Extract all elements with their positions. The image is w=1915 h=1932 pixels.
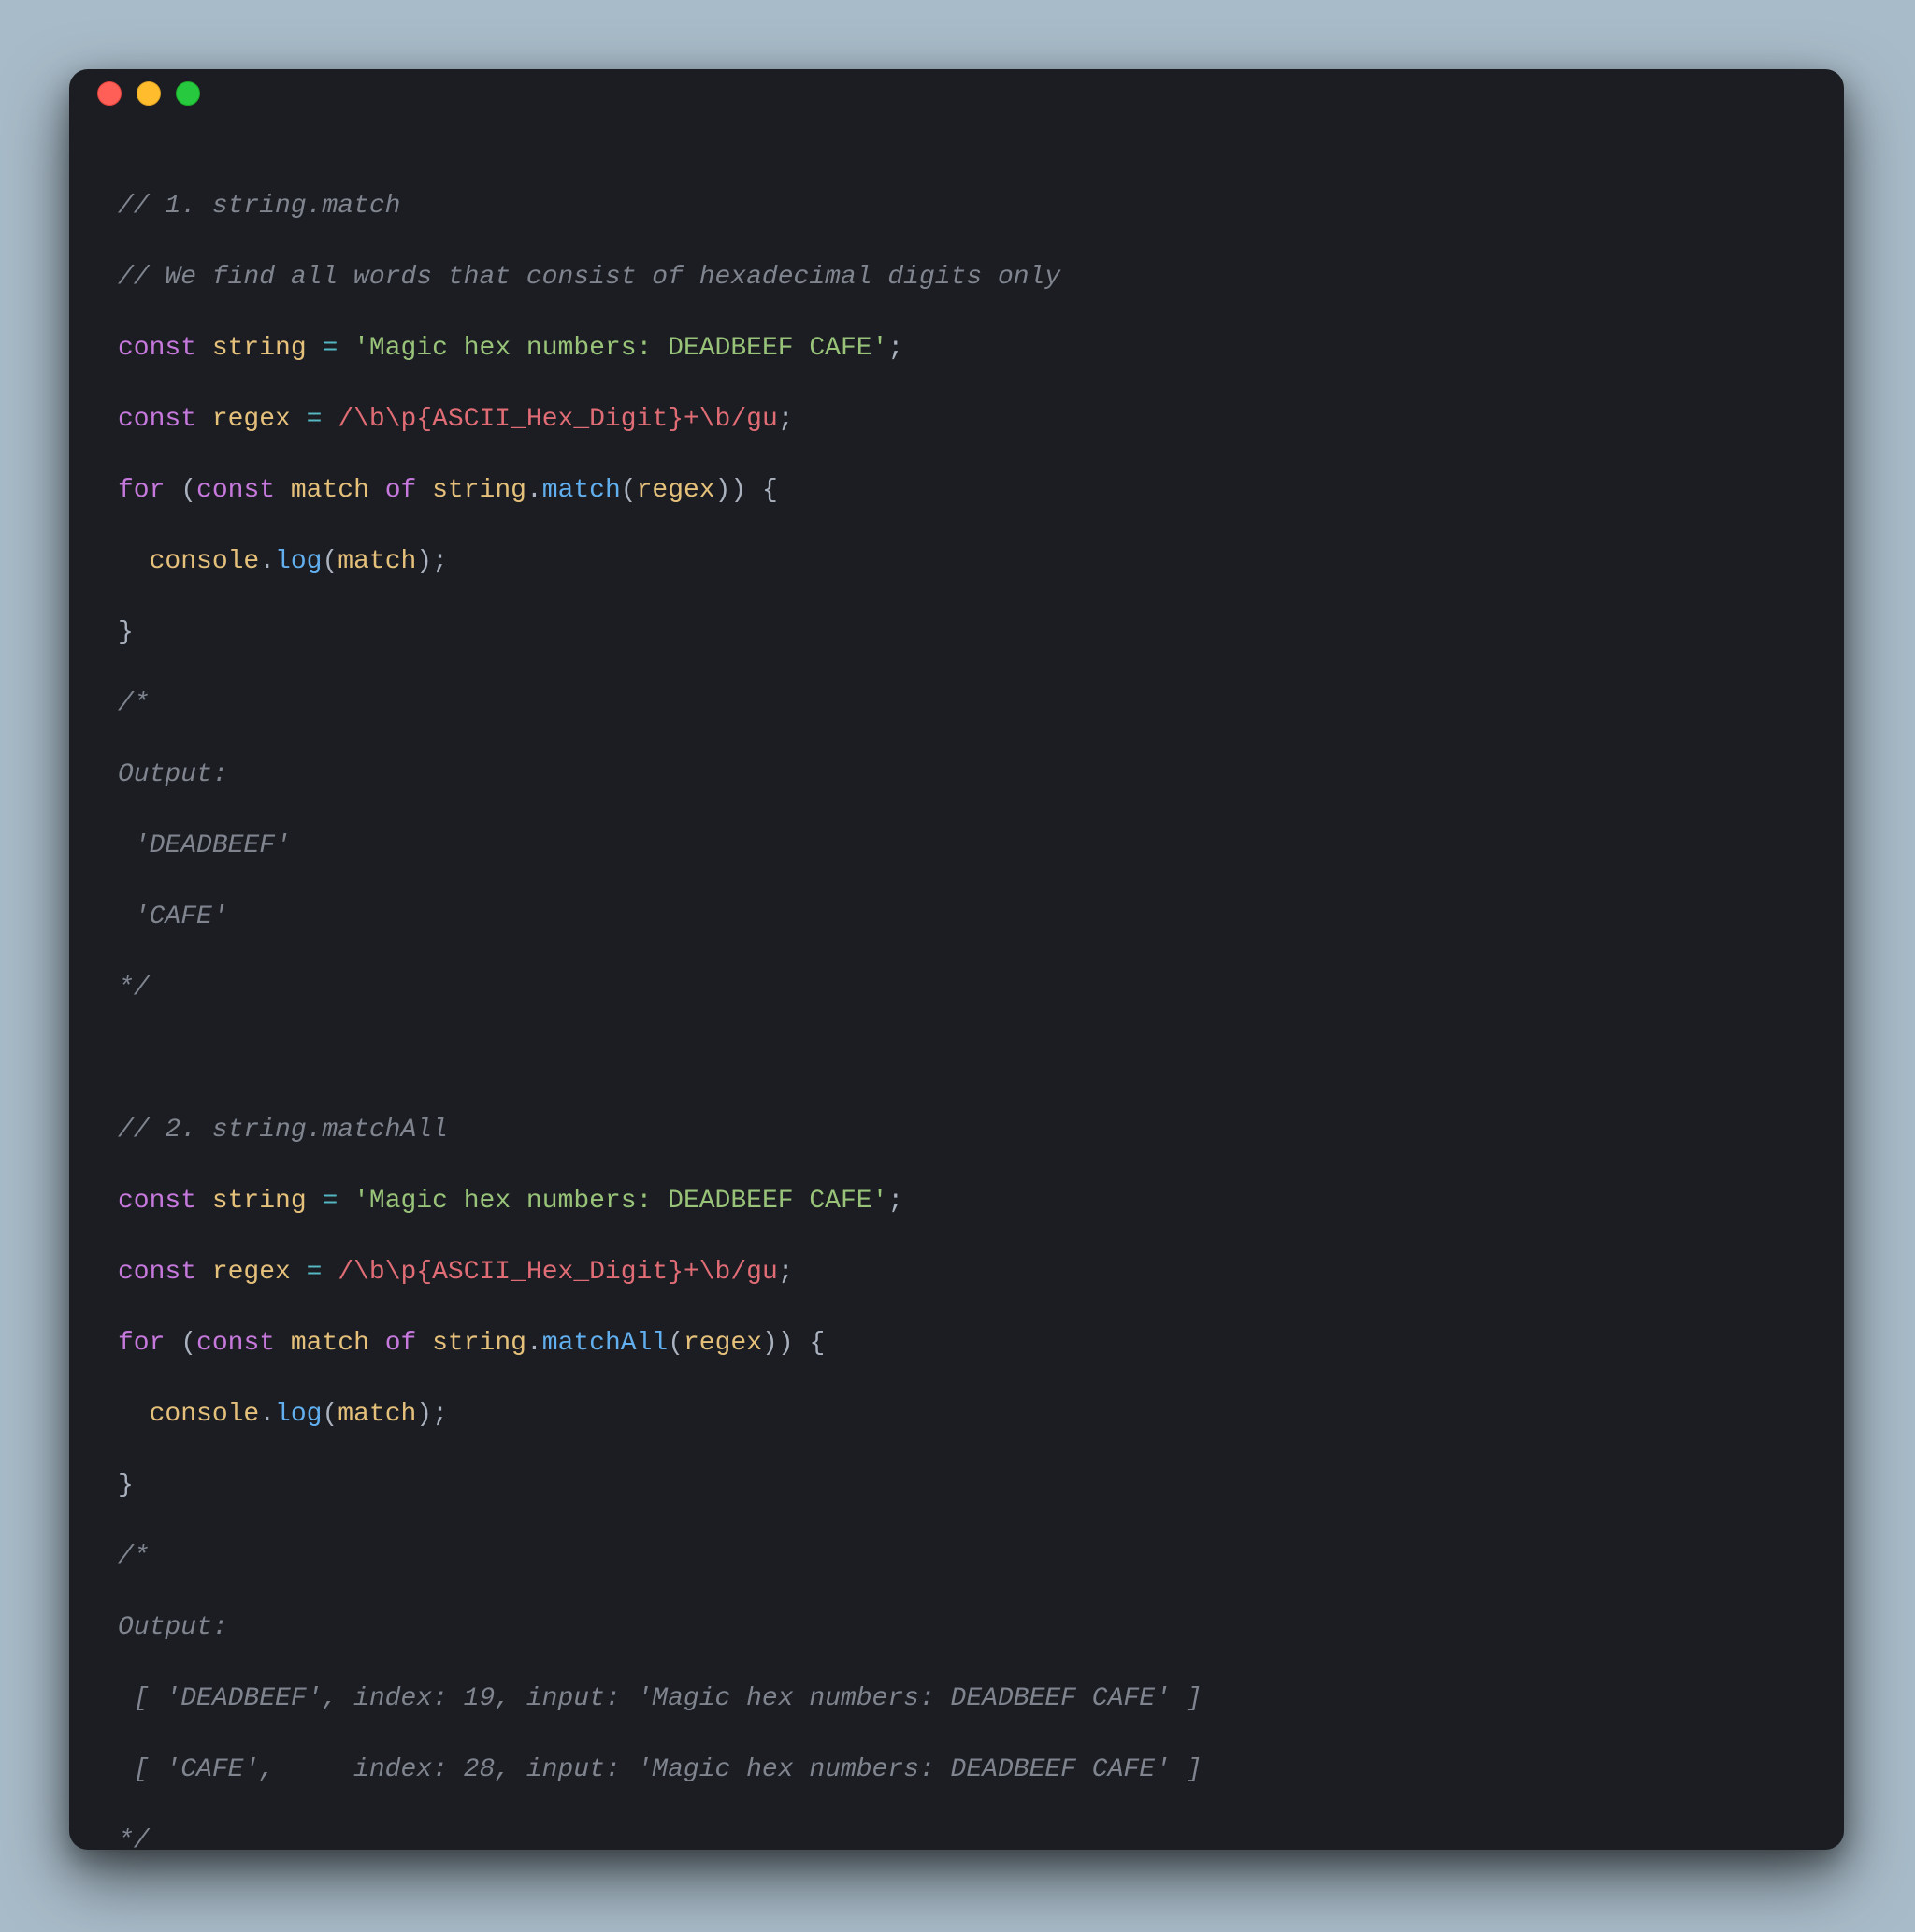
comment: // We find all words that consist of hex… [118,263,1060,292]
keyword: const [196,1329,275,1358]
punct: ; [432,547,448,576]
identifier: match [291,1329,369,1358]
page-background: // 1. string.match // We find all words … [0,0,1915,1932]
punct: ( [322,1400,338,1429]
code-window: // 1. string.match // We find all words … [69,69,1844,1850]
punct: ( [180,1329,196,1358]
punct: . [259,1400,275,1429]
operator: = [322,1187,338,1216]
comment: /* [118,689,150,718]
keyword: const [118,334,196,363]
punct: ) [416,1400,432,1429]
comment: 'CAFE' [118,902,228,931]
regex-literal: /\b\p{ASCII_Hex_Digit}+\b/gu [338,405,777,434]
punct: ( [180,476,196,505]
keyword: const [196,476,275,505]
string-literal: 'Magic hex numbers: DEADBEEF CAFE' [353,1187,887,1216]
regex-literal: /\b\p{ASCII_Hex_Digit}+\b/gu [338,1258,777,1287]
punct: ( [668,1329,684,1358]
keyword: for [118,476,165,505]
keyword: of [385,1329,417,1358]
punct: ) [416,547,432,576]
identifier: match [291,476,369,505]
identifier: console [150,1400,260,1429]
keyword: const [118,405,196,434]
code-editor: // 1. string.match // We find all words … [69,118,1844,1850]
comment: [ 'CAFE', index: 28, input: 'Magic hex n… [118,1755,1202,1784]
identifier: match [338,547,416,576]
punct: ; [432,1400,448,1429]
identifier: string [432,476,526,505]
close-icon[interactable] [97,81,122,106]
punct: ; [778,405,794,434]
punct: . [526,1329,542,1358]
comment: Output: [118,760,228,789]
punct: ( [322,547,338,576]
punct: ; [887,1187,903,1216]
punct: ; [887,334,903,363]
keyword: of [385,476,417,505]
identifier: string [212,334,307,363]
punct: ) [762,1329,778,1358]
punct: . [259,547,275,576]
string-literal: 'Magic hex numbers: DEADBEEF CAFE' [353,334,887,363]
identifier: regex [684,1329,762,1358]
punct: ) [715,476,731,505]
function: log [275,547,322,576]
punct: } [118,1471,134,1500]
zoom-icon[interactable] [176,81,200,106]
comment: /* [118,1542,150,1571]
keyword: const [118,1258,196,1287]
minimize-icon[interactable] [137,81,161,106]
punct: . [526,476,542,505]
punct: { [809,1329,825,1358]
window-titlebar [69,69,1844,118]
identifier: string [212,1187,307,1216]
identifier: regex [212,1258,291,1287]
keyword: for [118,1329,165,1358]
punct: ) [730,476,746,505]
comment: // 2. string.matchAll [118,1116,448,1145]
identifier: string [432,1329,526,1358]
operator: = [307,405,323,434]
comment: Output: [118,1613,228,1642]
identifier: regex [637,476,715,505]
comment: [ 'DEADBEEF', index: 19, input: 'Magic h… [118,1684,1202,1713]
punct: ) [778,1329,794,1358]
punct: ; [778,1258,794,1287]
comment: */ [118,973,150,1002]
punct: { [762,476,778,505]
function: matchAll [542,1329,668,1358]
identifier: regex [212,405,291,434]
function: match [542,476,621,505]
punct: ( [621,476,637,505]
identifier: match [338,1400,416,1429]
keyword: const [118,1187,196,1216]
function: log [275,1400,322,1429]
operator: = [322,334,338,363]
comment: 'DEADBEEF' [118,831,291,860]
identifier: console [150,547,260,576]
operator: = [307,1258,323,1287]
comment: */ [118,1826,150,1850]
punct: } [118,618,134,647]
comment: // 1. string.match [118,192,400,221]
